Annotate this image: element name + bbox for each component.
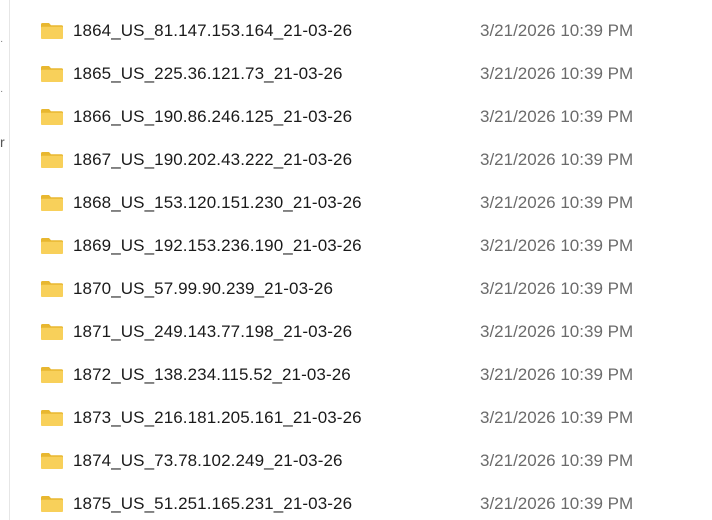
file-name[interactable]: 1869_US_192.153.236.190_21-03-26	[73, 236, 483, 256]
folder-icon	[40, 409, 64, 427]
file-row[interactable]: 1874_US_73.78.102.249_21-03-26 3/21/2026…	[36, 439, 712, 482]
date-modified: 3/21/2026 10:39 PM	[480, 364, 634, 384]
file-name[interactable]: 1873_US_216.181.205.161_21-03-26	[73, 408, 483, 428]
folder-icon	[40, 495, 64, 513]
date-modified: 3/21/2026 10:39 PM	[480, 63, 634, 83]
file-row[interactable]: 1872_US_138.234.115.52_21-03-26 3/21/202…	[36, 353, 712, 396]
date-modified: 3/21/2026 10:39 PM	[480, 493, 634, 513]
file-name[interactable]: 1875_US_51.251.165.231_21-03-26	[73, 494, 483, 514]
navigation-pane-bullet: ·	[0, 36, 4, 47]
navigation-pane-divider[interactable]	[9, 0, 10, 520]
file-name[interactable]: 1865_US_225.36.121.73_21-03-26	[73, 64, 483, 84]
file-name[interactable]: 1868_US_153.120.151.230_21-03-26	[73, 193, 483, 213]
file-row[interactable]: 1875_US_51.251.165.231_21-03-26 3/21/202…	[36, 482, 712, 520]
date-modified: 3/21/2026 10:39 PM	[480, 450, 634, 470]
folder-icon	[40, 108, 64, 126]
file-row[interactable]: 1869_US_192.153.236.190_21-03-26 3/21/20…	[36, 224, 712, 267]
folder-icon	[40, 323, 64, 341]
date-modified: 3/21/2026 10:39 PM	[480, 106, 634, 126]
file-row[interactable]: 1867_US_190.202.43.222_21-03-26 3/21/202…	[36, 138, 712, 181]
folder-icon	[40, 237, 64, 255]
folder-icon	[40, 22, 64, 40]
file-name[interactable]: 1871_US_249.143.77.198_21-03-26	[73, 322, 483, 342]
file-row[interactable]: 1870_US_57.99.90.239_21-03-26 3/21/2026 …	[36, 267, 712, 310]
date-modified: 3/21/2026 10:39 PM	[480, 149, 634, 169]
folder-icon	[40, 65, 64, 83]
file-row[interactable]: 1865_US_225.36.121.73_21-03-26 3/21/2026…	[36, 52, 712, 95]
date-modified: 3/21/2026 10:39 PM	[480, 407, 634, 427]
file-explorer-window: · · r 1864_US_81.147.153.164_21-03-26 3/…	[0, 0, 712, 520]
file-name[interactable]: 1874_US_73.78.102.249_21-03-26	[73, 451, 483, 471]
file-row[interactable]: 1864_US_81.147.153.164_21-03-26 3/21/202…	[36, 9, 712, 52]
date-modified: 3/21/2026 10:39 PM	[480, 235, 634, 255]
folder-icon	[40, 151, 64, 169]
file-name[interactable]: 1864_US_81.147.153.164_21-03-26	[73, 21, 483, 41]
file-row[interactable]: 1868_US_153.120.151.230_21-03-26 3/21/20…	[36, 181, 712, 224]
file-name[interactable]: 1867_US_190.202.43.222_21-03-26	[73, 150, 483, 170]
file-name[interactable]: 1872_US_138.234.115.52_21-03-26	[73, 365, 483, 385]
folder-icon	[40, 194, 64, 212]
date-modified: 3/21/2026 10:39 PM	[480, 278, 634, 298]
navigation-pane-bullet: ·	[0, 86, 4, 97]
file-name[interactable]: 1870_US_57.99.90.239_21-03-26	[73, 279, 483, 299]
file-row[interactable]: 1871_US_249.143.77.198_21-03-26 3/21/202…	[36, 310, 712, 353]
folder-icon	[40, 452, 64, 470]
date-modified: 3/21/2026 10:39 PM	[480, 192, 634, 212]
file-list: 1864_US_81.147.153.164_21-03-26 3/21/202…	[36, 9, 712, 520]
folder-icon	[40, 366, 64, 384]
navigation-pane-label-fragment[interactable]: r	[0, 134, 5, 150]
folder-icon	[40, 280, 64, 298]
date-modified: 3/21/2026 10:39 PM	[480, 20, 634, 40]
date-modified: 3/21/2026 10:39 PM	[480, 321, 634, 341]
file-name[interactable]: 1866_US_190.86.246.125_21-03-26	[73, 107, 483, 127]
file-row[interactable]: 1873_US_216.181.205.161_21-03-26 3/21/20…	[36, 396, 712, 439]
file-row[interactable]: 1866_US_190.86.246.125_21-03-26 3/21/202…	[36, 95, 712, 138]
